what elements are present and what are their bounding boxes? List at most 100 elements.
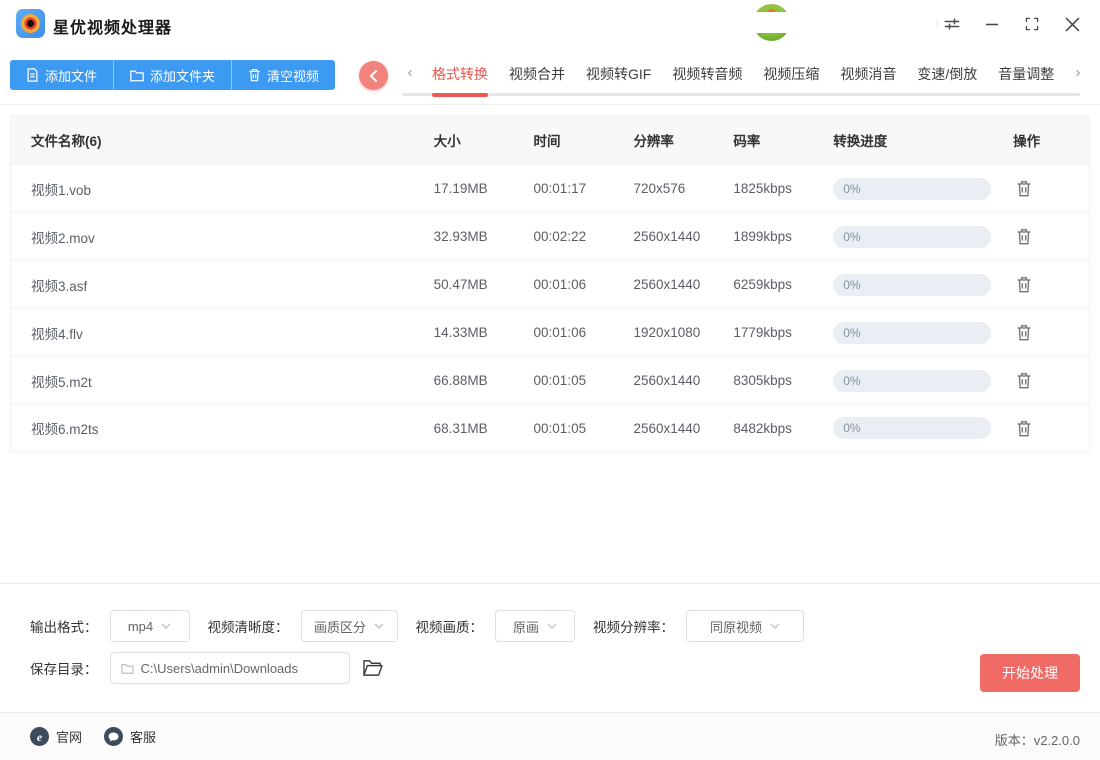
- output-format-label: 输出格式：: [30, 616, 98, 636]
- table-row: 视频4.flv 14.33MB 00:01:06 1920x1080 1779k…: [11, 308, 1089, 356]
- tab-video-to-audio[interactable]: 视频转音频: [672, 64, 742, 84]
- tab-speed-reverse[interactable]: 变速/倒放: [917, 64, 977, 84]
- cell-size: 17.19MB: [434, 181, 534, 196]
- resolution-select[interactable]: 同原视频: [686, 610, 804, 642]
- tab-volume-adjust[interactable]: 音量调整: [998, 64, 1054, 84]
- close-button[interactable]: [1058, 10, 1086, 38]
- feature-tabs: ‹ 格式转换 视频合并 视频转GIF 视频转音频 视频压缩 视频消音 变速/倒放…: [398, 48, 1086, 105]
- add-folder-button[interactable]: 添加文件夹: [113, 60, 231, 90]
- save-dir-label: 保存目录：: [30, 658, 98, 678]
- clear-videos-button[interactable]: 清空视频: [231, 60, 335, 90]
- cell-size: 14.33MB: [434, 325, 534, 340]
- clarity-label: 视频清晰度：: [208, 616, 289, 636]
- cell-filename: 视频2.mov: [11, 227, 434, 247]
- cell-duration: 00:02:22: [534, 229, 634, 244]
- official-website-link[interactable]: e 官网: [30, 727, 82, 746]
- progress-value: 0%: [833, 326, 860, 340]
- tab-video-compress[interactable]: 视频压缩: [763, 64, 819, 84]
- browse-folder-button[interactable]: [361, 656, 385, 680]
- tab-video-mute[interactable]: 视频消音: [840, 64, 896, 84]
- support-label: 客服: [130, 727, 156, 746]
- collapse-back-button[interactable]: [359, 61, 388, 90]
- customer-service-link[interactable]: 客服: [104, 727, 156, 746]
- cell-resolution: 2560x1440: [633, 277, 733, 292]
- minimize-button[interactable]: [978, 10, 1006, 38]
- header-actions: 操作: [1013, 130, 1089, 150]
- browser-e-icon: e: [30, 727, 49, 746]
- trash-icon: [248, 68, 261, 82]
- tab-list: 格式转换 视频合并 视频转GIF 视频转音频 视频压缩 视频消音 变速/倒放 音…: [432, 64, 1054, 84]
- cell-bitrate: 1899kbps: [733, 229, 833, 244]
- active-tab-underline: [432, 93, 488, 97]
- account-info-redacted: [752, 12, 936, 33]
- progress-bar: 0%: [833, 226, 991, 248]
- cell-size: 50.47MB: [434, 277, 534, 292]
- tab-underline-track: [402, 93, 1080, 96]
- cell-bitrate: 1779kbps: [733, 325, 833, 340]
- cell-resolution: 1920x1080: [633, 325, 733, 340]
- progress-bar: 0%: [833, 178, 991, 200]
- cell-resolution: 720x576: [633, 181, 733, 196]
- cell-bitrate: 8482kbps: [733, 421, 833, 436]
- chevron-down-icon: [374, 623, 384, 629]
- chevron-down-icon: [770, 623, 780, 629]
- tab-format-convert[interactable]: 格式转换: [432, 64, 488, 84]
- tab-video-to-gif[interactable]: 视频转GIF: [586, 64, 651, 84]
- file-table: 文件名称(6) 大小 时间 分辨率 码率 转换进度 操作 视频1.vob 17.…: [10, 115, 1090, 452]
- file-actions-group: 添加文件 添加文件夹 清空视频: [10, 60, 335, 90]
- add-file-button[interactable]: 添加文件: [10, 60, 113, 90]
- delete-row-button[interactable]: [1013, 322, 1035, 344]
- start-processing-button[interactable]: 开始处理: [980, 654, 1080, 692]
- clarity-value: 画质区分: [314, 617, 366, 636]
- tab-video-merge[interactable]: 视频合并: [509, 64, 565, 84]
- delete-row-button[interactable]: [1013, 274, 1035, 296]
- tabs-scroll-left-icon[interactable]: ‹: [402, 64, 418, 81]
- resolution-value: 同原视频: [710, 617, 762, 636]
- cell-duration: 00:01:05: [534, 373, 634, 388]
- cell-resolution: 2560x1440: [633, 229, 733, 244]
- delete-row-button[interactable]: [1013, 178, 1035, 200]
- version-text: 版本：v2.2.0.0: [995, 730, 1080, 749]
- cell-filename: 视频3.asf: [11, 275, 434, 295]
- cell-filename: 视频6.m2ts: [11, 418, 434, 438]
- clarity-select[interactable]: 画质区分: [301, 610, 398, 642]
- maximize-button[interactable]: [1018, 10, 1046, 38]
- table-row: 视频6.m2ts 68.31MB 00:01:05 2560x1440 8482…: [11, 404, 1089, 452]
- settings-sliders-icon[interactable]: [938, 10, 966, 38]
- app-logo-icon: [16, 9, 45, 38]
- output-format-select[interactable]: mp4: [110, 610, 190, 642]
- save-dir-input[interactable]: C:\Users\admin\Downloads: [110, 652, 350, 684]
- cell-filename: 视频5.m2t: [11, 371, 434, 391]
- quality-select[interactable]: 原画: [495, 610, 575, 642]
- header-resolution: 分辨率: [633, 130, 733, 150]
- cell-progress: 0%: [833, 274, 1013, 296]
- cell-size: 32.93MB: [434, 229, 534, 244]
- chevron-down-icon: [161, 623, 171, 629]
- progress-bar: 0%: [833, 370, 991, 392]
- cell-resolution: 2560x1440: [633, 373, 733, 388]
- website-label: 官网: [56, 727, 82, 746]
- progress-bar: 0%: [833, 274, 991, 296]
- cell-size: 66.88MB: [434, 373, 534, 388]
- save-dir-value: C:\Users\admin\Downloads: [141, 661, 299, 676]
- app-title: 星优视频处理器: [53, 14, 172, 38]
- cell-duration: 00:01:05: [534, 421, 634, 436]
- delete-row-button[interactable]: [1013, 226, 1035, 248]
- folder-open-icon: [362, 659, 383, 677]
- clear-videos-label: 清空视频: [267, 66, 319, 85]
- quality-label: 视频画质：: [416, 616, 484, 636]
- cell-progress: 0%: [833, 178, 1013, 200]
- delete-row-button[interactable]: [1013, 417, 1035, 439]
- chevron-down-icon: [547, 623, 557, 629]
- cell-progress: 0%: [833, 417, 1013, 439]
- settings-row-2: 保存目录： C:\Users\admin\Downloads: [30, 652, 385, 684]
- cell-duration: 00:01:06: [534, 325, 634, 340]
- progress-value: 0%: [833, 374, 860, 388]
- table-row: 视频3.asf 50.47MB 00:01:06 2560x1440 6259k…: [11, 260, 1089, 308]
- quality-value: 原画: [513, 617, 539, 636]
- footer: e 官网 客服 版本：v2.2.0.0: [0, 712, 1100, 760]
- delete-row-button[interactable]: [1013, 370, 1035, 392]
- tabs-scroll-right-icon[interactable]: ›: [1070, 64, 1086, 81]
- cell-duration: 00:01:17: [534, 181, 634, 196]
- add-file-label: 添加文件: [45, 66, 97, 85]
